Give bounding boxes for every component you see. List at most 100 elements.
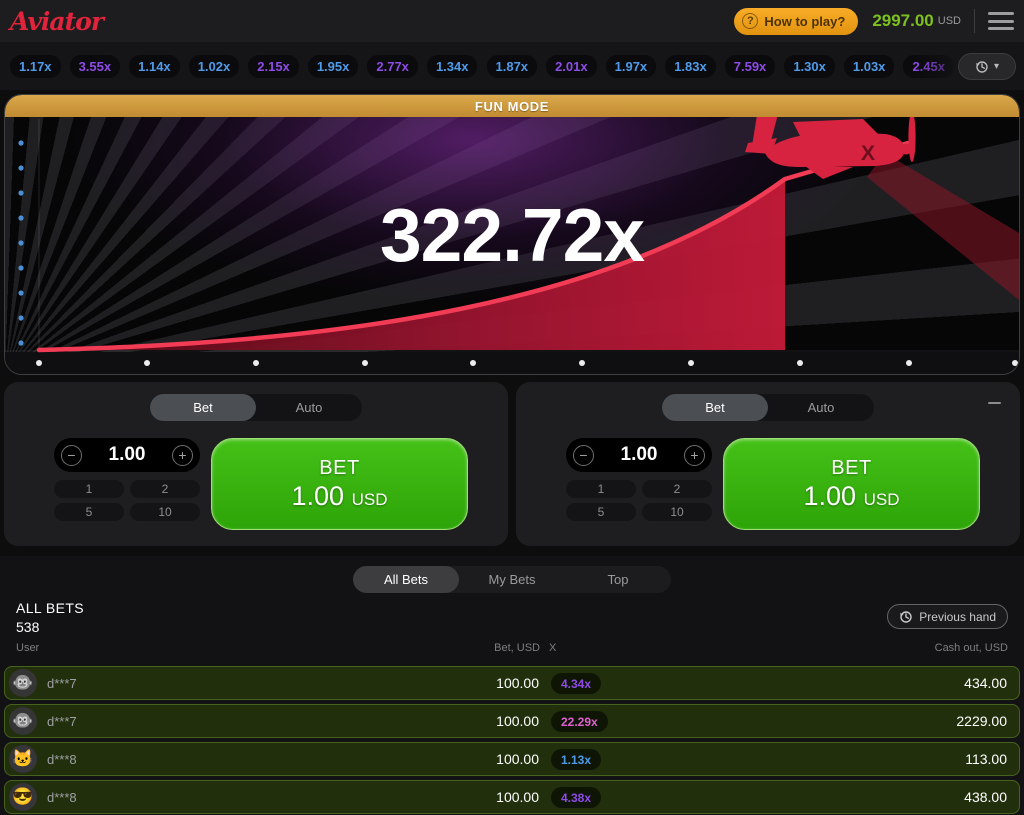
decrease-button[interactable]: − bbox=[573, 445, 594, 466]
menu-button[interactable] bbox=[988, 12, 1014, 30]
tab-all-bets[interactable]: All Bets bbox=[353, 566, 459, 593]
tab-bet[interactable]: Bet bbox=[662, 394, 768, 421]
tab-top[interactable]: Top bbox=[565, 566, 671, 593]
column-bet: Bet, USD bbox=[494, 642, 540, 654]
quick-amount-1[interactable]: 1 bbox=[566, 480, 636, 498]
table-row: 🐱 d***8 100.00 1.13x 113.00 bbox=[4, 742, 1020, 776]
multiplier-history-bar: 1.17x3.55x1.14x1.02x2.15x1.95x2.77x1.34x… bbox=[0, 42, 1024, 90]
aviator-logo: Aviator bbox=[10, 7, 103, 36]
multiplier-badge: 4.34x bbox=[551, 673, 601, 694]
bet-auto-toggle: Bet Auto bbox=[150, 394, 362, 421]
menu-icon bbox=[988, 12, 1014, 15]
avatar: 🐵 bbox=[9, 669, 37, 697]
history-multiplier: 3.55x bbox=[70, 55, 121, 78]
bet-amount-value: 1.00 bbox=[621, 444, 658, 466]
increase-button[interactable]: + bbox=[172, 445, 193, 466]
history-multiplier: 1.30x bbox=[784, 55, 835, 78]
history-multiplier: 1.34x bbox=[427, 55, 478, 78]
history-multiplier: 1.87x bbox=[487, 55, 538, 78]
avatar: 🐱 bbox=[9, 745, 37, 773]
all-bets-count: 538 bbox=[16, 619, 39, 635]
previous-hand-button[interactable]: Previous hand bbox=[887, 604, 1008, 629]
column-x: X bbox=[549, 642, 556, 654]
bet-button-currency: USD bbox=[352, 490, 388, 509]
quick-amount-10[interactable]: 10 bbox=[130, 503, 200, 521]
bet-button-currency: USD bbox=[864, 490, 900, 509]
tab-my-bets[interactable]: My Bets bbox=[459, 566, 565, 593]
quick-amounts: 1 2 5 10 bbox=[566, 480, 712, 521]
bet-button-amount: 1.00 bbox=[292, 481, 345, 511]
quick-amount-1[interactable]: 1 bbox=[54, 480, 124, 498]
quick-amount-5[interactable]: 5 bbox=[54, 503, 124, 521]
history-multiplier: 1.17x bbox=[10, 55, 61, 78]
decrease-button[interactable]: − bbox=[61, 445, 82, 466]
bet-button-label: BET bbox=[319, 457, 359, 480]
history-multiplier: 7.59x bbox=[725, 55, 776, 78]
history-multiplier: 1.14x bbox=[129, 55, 180, 78]
history-multiplier: 1.95x bbox=[308, 55, 359, 78]
quick-amount-10[interactable]: 10 bbox=[642, 503, 712, 521]
history-expand-button[interactable]: ▾ bbox=[958, 53, 1016, 80]
history-multiplier: 2.45x bbox=[903, 55, 954, 78]
username: d***7 bbox=[47, 714, 77, 729]
quick-amount-2[interactable]: 2 bbox=[642, 480, 712, 498]
username: d***8 bbox=[47, 752, 77, 767]
column-cashout: Cash out, USD bbox=[935, 642, 1008, 654]
table-row: 🐵 d***7 100.00 22.29x 2229.00 bbox=[4, 704, 1020, 738]
plane-marking: X bbox=[861, 142, 875, 165]
amount-stepper: − 1.00 + bbox=[566, 438, 712, 472]
bet-amount-value: 1.00 bbox=[109, 444, 146, 466]
increase-button[interactable]: + bbox=[684, 445, 705, 466]
cashout-value: 438.00 bbox=[964, 789, 1007, 805]
history-multiplier: 1.03x bbox=[844, 55, 895, 78]
amount-stepper: − 1.00 + bbox=[54, 438, 200, 472]
cashout-value: 434.00 bbox=[964, 675, 1007, 691]
balance-currency: USD bbox=[938, 15, 961, 27]
avatar: 🐵 bbox=[9, 707, 37, 735]
history-multiplier: 2.01x bbox=[546, 55, 597, 78]
quick-amounts: 1 2 5 10 bbox=[54, 480, 200, 521]
history-multiplier: 1.83x bbox=[665, 55, 716, 78]
history-multiplier: 1.02x bbox=[189, 55, 240, 78]
username: d***7 bbox=[47, 676, 77, 691]
app-header: Aviator ? How to play? 2997.00 USD bbox=[0, 0, 1024, 42]
bet-value: 100.00 bbox=[496, 675, 539, 691]
x-axis-strip bbox=[5, 352, 1019, 374]
game-area: FUN MODE X bbox=[4, 94, 1020, 375]
quick-amount-5[interactable]: 5 bbox=[566, 503, 636, 521]
all-bets-title: ALL BETS bbox=[16, 600, 84, 616]
bets-table: 🐵 d***7 100.00 4.34x 434.00 🐵 d***7 100.… bbox=[0, 666, 1024, 814]
bet-panel-left: Bet Auto − 1.00 + 1 2 5 10 BET 1.00 bbox=[4, 382, 508, 546]
previous-hand-label: Previous hand bbox=[919, 610, 996, 624]
bet-button[interactable]: BET 1.00 USD bbox=[723, 438, 980, 530]
how-to-play-label: How to play? bbox=[764, 14, 845, 29]
avatar: 😎 bbox=[9, 783, 37, 811]
cashout-value: 2229.00 bbox=[956, 713, 1007, 729]
bet-panel-right: Bet Auto − 1.00 + 1 2 5 10 BET 1.00 bbox=[516, 382, 1020, 546]
amount-controls: − 1.00 + 1 2 5 10 bbox=[566, 438, 712, 530]
bet-button-amount: 1.00 bbox=[804, 481, 857, 511]
bet-panels: Bet Auto − 1.00 + 1 2 5 10 BET 1.00 bbox=[4, 382, 1020, 546]
bets-section: All Bets My Bets Top ALL BETS 538 Previo… bbox=[0, 556, 1024, 815]
multiplier-badge: 22.29x bbox=[551, 711, 608, 732]
bet-value: 100.00 bbox=[496, 751, 539, 767]
multiplier-badge: 4.38x bbox=[551, 787, 601, 808]
chevron-down-icon: ▾ bbox=[994, 61, 999, 72]
remove-panel-icon[interactable] bbox=[988, 396, 1002, 410]
bet-button[interactable]: BET 1.00 USD bbox=[211, 438, 468, 530]
how-to-play-button[interactable]: ? How to play? bbox=[734, 8, 858, 35]
column-user: User bbox=[16, 642, 39, 654]
tab-bet[interactable]: Bet bbox=[150, 394, 256, 421]
previous-hand-clock-icon bbox=[899, 610, 913, 624]
history-clock-icon bbox=[975, 60, 989, 74]
tab-auto[interactable]: Auto bbox=[768, 394, 874, 421]
multiplier-badge: 1.13x bbox=[551, 749, 601, 770]
tab-auto[interactable]: Auto bbox=[256, 394, 362, 421]
username: d***8 bbox=[47, 790, 77, 805]
quick-amount-2[interactable]: 2 bbox=[130, 480, 200, 498]
current-multiplier: 322.72x bbox=[5, 192, 1019, 278]
balance-value: 2997.00 bbox=[872, 11, 933, 31]
history-multiplier: 2.15x bbox=[248, 55, 299, 78]
fun-mode-banner: FUN MODE bbox=[5, 95, 1019, 117]
header-divider bbox=[974, 9, 975, 33]
